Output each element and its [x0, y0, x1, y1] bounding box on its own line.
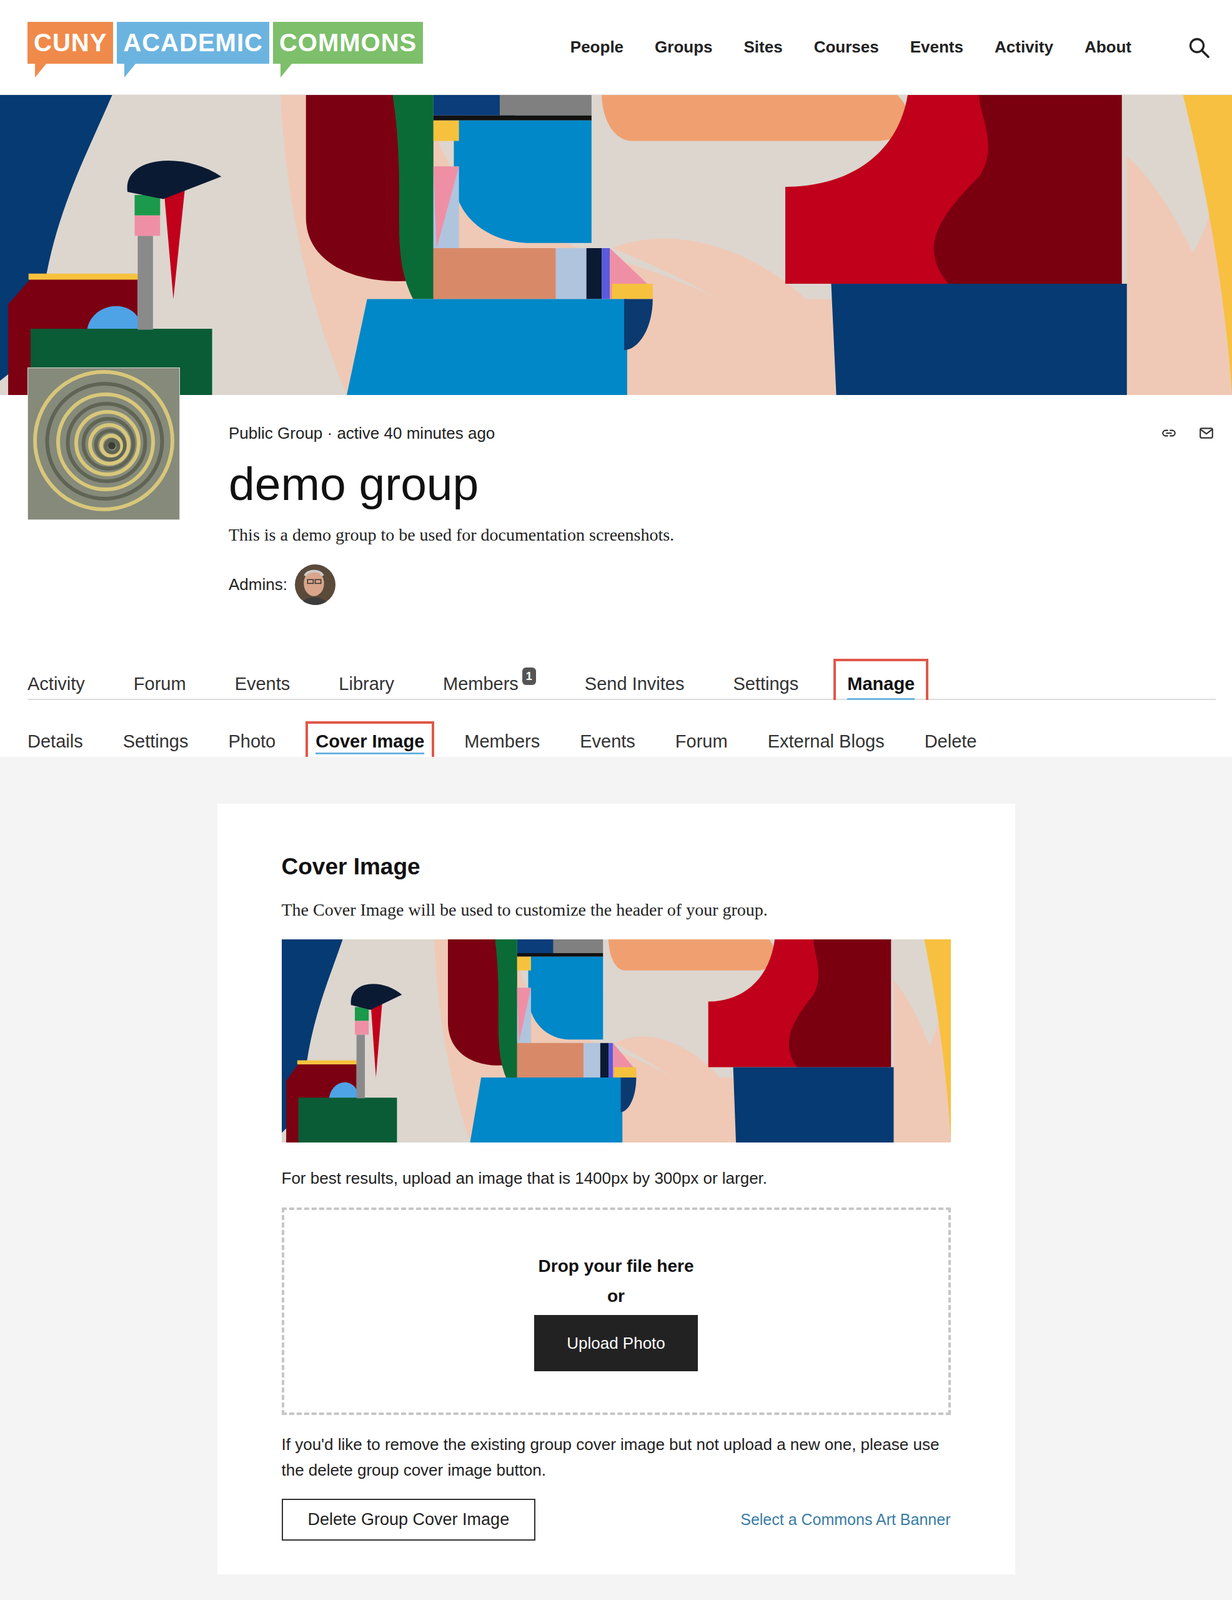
drop-text: Drop your file here [538, 1250, 695, 1281]
group-tabs: Activity Forum Events Library Members1 Send I… [27, 672, 1216, 700]
manage-tabs: Details Settings Photo Cover Image Members Ev… [0, 699, 1232, 757]
link-icon[interactable] [1160, 424, 1178, 442]
group-tab[interactable]: Library [338, 672, 395, 701]
group-tab[interactable]: Members1 [442, 672, 537, 701]
art-banner-link[interactable]: Select a Commons Art Banner [740, 1510, 951, 1529]
group-avatar [27, 367, 180, 520]
tab-label: Events [234, 672, 291, 695]
cover-preview [281, 938, 951, 1143]
logo-part: CUNY [27, 21, 114, 64]
tab-label: Settings [732, 672, 799, 695]
cover-image-card: Cover Image The Cover Image will be used … [217, 803, 1016, 1574]
group-tab[interactable]: Send Invites [584, 672, 685, 701]
nav-link[interactable]: Activity [994, 33, 1054, 61]
tab-label: Library [338, 672, 395, 695]
nav-link[interactable]: Groups [654, 33, 713, 61]
main-nav: People Groups Sites Courses Events Activity Ab… [570, 33, 1211, 61]
group-tab[interactable]: Manage [847, 672, 915, 701]
manage-area: Cover Image The Cover Image will be used … [0, 756, 1232, 1600]
mail-icon[interactable] [1198, 424, 1215, 442]
tab-label: Members [442, 672, 519, 695]
manage-tab[interactable]: External Blogs [767, 730, 885, 755]
group-actions [1160, 367, 1215, 442]
nav-link[interactable]: Courses [814, 33, 880, 61]
admins-label: Admins: [228, 574, 288, 595]
admins: Admins: [228, 564, 1161, 605]
tab-label: Manage [847, 672, 915, 695]
manage-tab[interactable]: Photo [228, 730, 276, 755]
group-description: This is a demo group to be used for docu… [228, 522, 1161, 548]
staircase-photo-icon [28, 367, 180, 520]
group-meta: Public Group · active 40 minutes ago [228, 423, 1161, 443]
delete-cover-button[interactable]: Delete Group Cover Image [281, 1498, 537, 1540]
search-icon[interactable] [1187, 36, 1211, 59]
count-badge: 1 [522, 667, 537, 685]
group-info: Public Group · active 40 minutes ago demo… [179, 367, 1161, 605]
nav-link[interactable]: Sites [744, 33, 783, 61]
manage-tab[interactable]: Delete [924, 730, 978, 755]
card-footer: Delete Group Cover Image Select a Commons… [281, 1498, 951, 1540]
manage-tab[interactable]: Members [464, 730, 540, 755]
logo[interactable]: CUNYACADEMICCOMMONS [27, 21, 423, 64]
dropzone[interactable]: Drop your file hereorUpload Photo [281, 1207, 951, 1415]
cover-preview-image [281, 938, 951, 1143]
card-intro: The Cover Image will be used to customiz… [281, 897, 951, 923]
manage-tab[interactable]: Forum [675, 730, 728, 755]
manage-tab[interactable]: Settings [123, 730, 189, 755]
size-hint: For best results, upload an image that i… [281, 1165, 951, 1191]
card-title: Cover Image [281, 852, 951, 881]
group-tab[interactable]: Activity [27, 672, 85, 701]
nav-link[interactable]: About [1084, 33, 1132, 61]
group-header: Public Group · active 40 minutes ago demo… [0, 367, 1232, 605]
site-header: CUNYACADEMICCOMMONS People Groups Sites Cour… [0, 0, 1232, 95]
remove-note: If you'd like to remove the existing gro… [281, 1431, 951, 1483]
group-tab[interactable]: Forum [133, 672, 187, 701]
group-name: demo group [228, 456, 1161, 511]
upload-button[interactable]: Upload Photo [534, 1314, 698, 1371]
tab-label: Send Invites [584, 672, 685, 695]
group-tab[interactable]: Settings [732, 672, 799, 701]
manage-tab[interactable]: Details [27, 730, 84, 755]
nav-link[interactable]: People [570, 33, 624, 61]
drop-or: or [607, 1280, 625, 1311]
nav-link[interactable]: Events [910, 33, 964, 61]
logo-part: ACADEMIC [116, 21, 270, 64]
cover-banner [0, 94, 1232, 395]
manage-tab[interactable]: Events [579, 730, 636, 755]
group-tab[interactable]: Events [234, 672, 291, 701]
admin-avatar-icon[interactable] [294, 564, 336, 605]
manage-tab[interactable]: Cover Image [315, 730, 425, 755]
tab-label: Forum [133, 672, 187, 695]
tab-label: Activity [27, 672, 85, 695]
logo-part: COMMONS [273, 21, 423, 64]
cover-art-image [0, 94, 1232, 395]
page: CUNYACADEMICCOMMONS People Groups Sites Cour… [0, 0, 1232, 1600]
